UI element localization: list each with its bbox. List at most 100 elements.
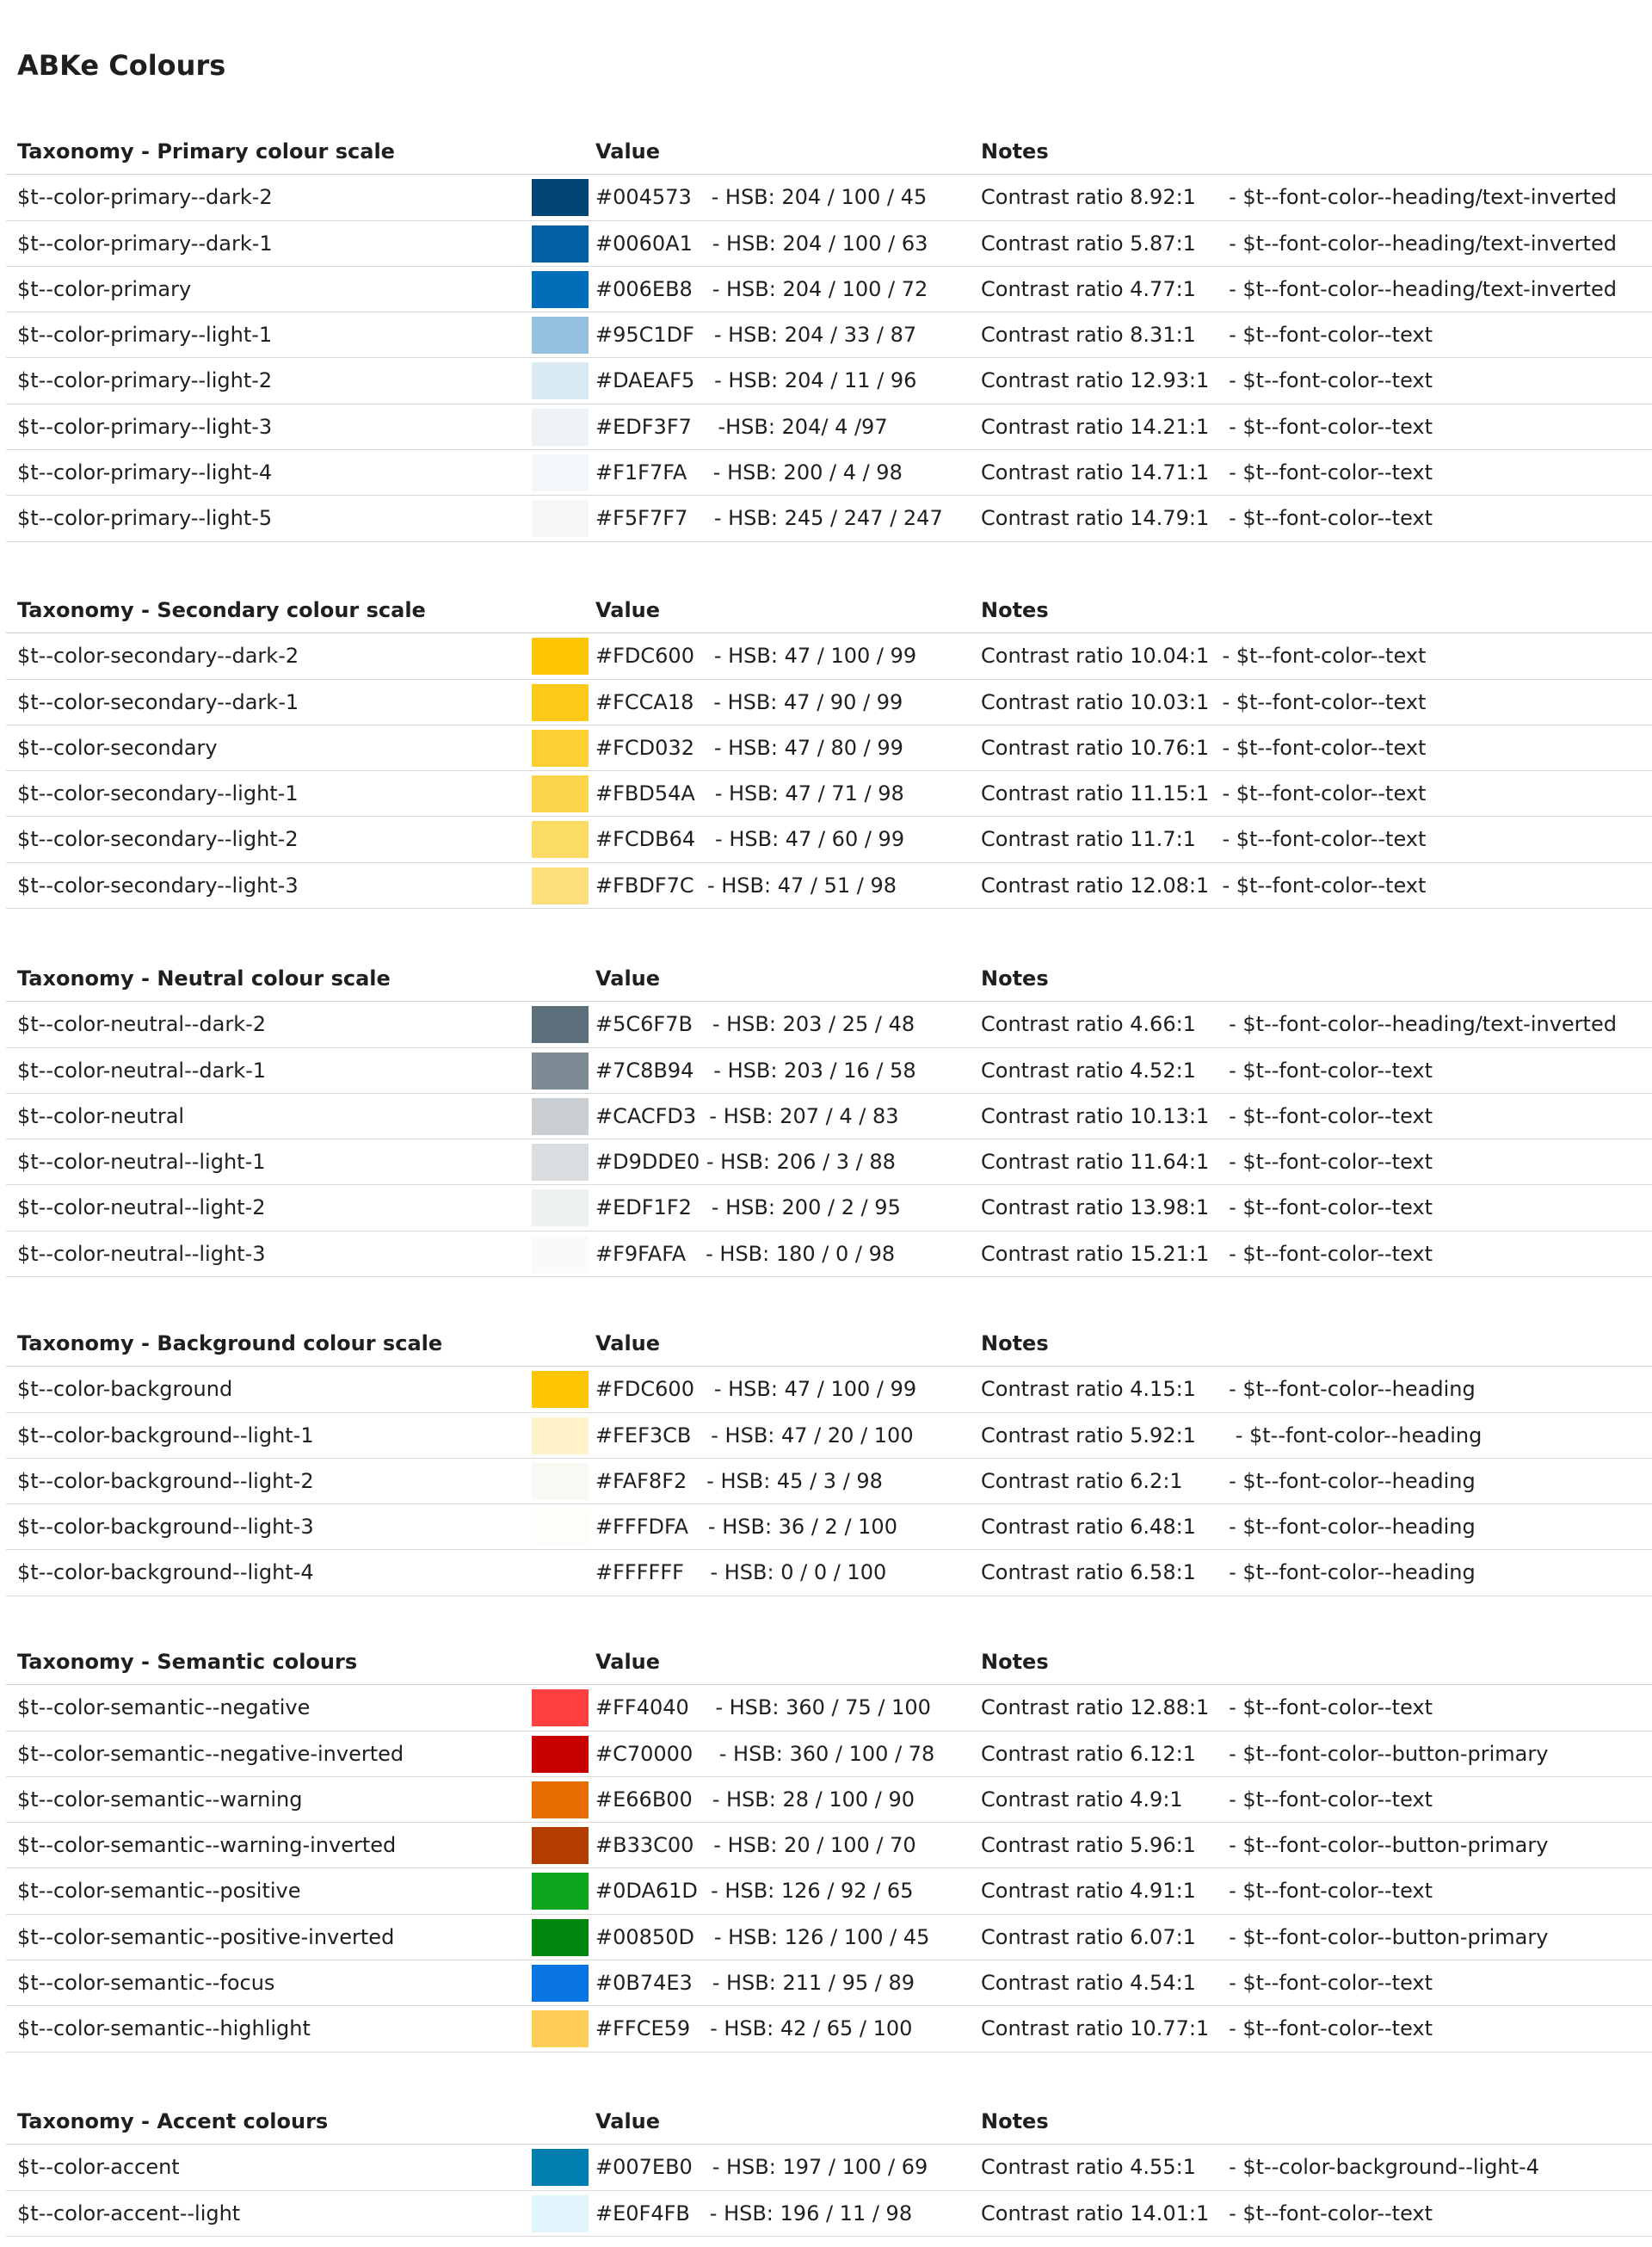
header-notes: Notes <box>981 966 1049 991</box>
contrast-notes: Contrast ratio 15.21:1 - $t--font-color-… <box>981 1241 1433 1266</box>
table-row: $t--color-semantic--warning #E66B00 - HSB… <box>6 1777 1652 1824</box>
token-name: $t--color-semantic--warning <box>17 1787 303 1812</box>
header-taxonomy: Taxonomy - Primary colour scale <box>17 139 395 164</box>
colour-value: #FCCA18 - HSB: 47 / 90 / 99 <box>595 689 903 714</box>
token-name: $t--color-semantic--warning-inverted <box>17 1833 397 1858</box>
token-name: $t--color-neutral--light-2 <box>17 1195 266 1220</box>
token-name: $t--color-semantic--positive-inverted <box>17 1924 395 1949</box>
contrast-notes: Contrast ratio 10.03:1 - $t--font-color-… <box>981 689 1427 714</box>
header-notes: Notes <box>981 139 1049 164</box>
token-name: $t--color-neutral--light-1 <box>17 1150 266 1175</box>
table-row: $t--color-primary--dark-1 #0060A1 - HSB: … <box>6 221 1652 267</box>
colour-value: #FBD54A - HSB: 47 / 71 / 98 <box>595 781 904 806</box>
contrast-notes: Contrast ratio 5.87:1 - $t--font-color--… <box>981 231 1617 256</box>
table-row: $t--color-primary--light-5 #F5F7F7 - HSB:… <box>6 496 1652 542</box>
table-header-row: Taxonomy - Primary colour scale Value Note… <box>6 129 1652 176</box>
token-name: $t--color-primary <box>17 276 192 301</box>
contrast-notes: Contrast ratio 11.15:1 - $t--font-color-… <box>981 781 1427 806</box>
colour-swatch <box>532 638 589 676</box>
contrast-notes: Contrast ratio 6.2:1 - $t--font-color--h… <box>981 1468 1476 1493</box>
contrast-notes: Contrast ratio 5.92:1 - $t--font-color--… <box>981 1423 1482 1448</box>
contrast-notes: Contrast ratio 14.21:1 - $t--font-color-… <box>981 414 1433 439</box>
colour-swatch <box>532 1965 589 2003</box>
colour-value: #00850D - HSB: 126 / 100 / 45 <box>595 1924 930 1949</box>
colour-swatch <box>532 1189 589 1227</box>
table-row: $t--color-primary--light-2 #DAEAF5 - HSB:… <box>6 358 1652 404</box>
colour-swatch <box>532 1417 589 1454</box>
table-row: $t--color-neutral #CACFD3 - HSB: 207 / 4 … <box>6 1094 1652 1140</box>
colour-value: #C70000 - HSB: 360 / 100 / 78 <box>595 1741 935 1766</box>
colour-swatch <box>532 775 589 813</box>
token-name: $t--color-primary--light-5 <box>17 506 273 531</box>
table-row: $t--color-semantic--negative #FF4040 - HS… <box>6 1685 1652 1732</box>
token-name: $t--color-background <box>17 1377 233 1402</box>
table-header-row: Taxonomy - Semantic colours Value Notes <box>6 1639 1652 1686</box>
table-row: $t--color-background--light-4 #FFFFFF - H… <box>6 1550 1652 1596</box>
colour-swatch <box>532 683 589 721</box>
contrast-notes: Contrast ratio 4.15:1 - $t--font-color--… <box>981 1377 1476 1402</box>
colour-value: #F1F7FA - HSB: 200 / 4 / 98 <box>595 460 903 485</box>
table-row: $t--color-background--light-3 #FFFDFA - H… <box>6 1504 1652 1551</box>
token-name: $t--color-secondary--dark-2 <box>17 644 299 669</box>
contrast-notes: Contrast ratio 10.04:1 - $t--font-color-… <box>981 644 1427 669</box>
table-row: $t--color-secondary--dark-2 #FDC600 - HSB… <box>6 633 1652 680</box>
contrast-notes: Contrast ratio 4.9:1 - $t--font-color--t… <box>981 1787 1433 1812</box>
header-value: Value <box>595 966 661 991</box>
token-name: $t--color-primary--dark-2 <box>17 185 273 210</box>
colour-value: #FAF8F2 - HSB: 45 / 3 / 98 <box>595 1468 883 1493</box>
table-row: $t--color-primary--light-1 #95C1DF - HSB:… <box>6 312 1652 359</box>
token-name: $t--color-background--light-2 <box>17 1468 314 1493</box>
table-row: $t--color-background--light-1 #FEF3CB - H… <box>6 1413 1652 1459</box>
contrast-notes: Contrast ratio 4.91:1 - $t--font-color--… <box>981 1879 1433 1904</box>
contrast-notes: Contrast ratio 6.48:1 - $t--font-color--… <box>981 1515 1476 1540</box>
colour-value: #FBDF7C - HSB: 47 / 51 / 98 <box>595 873 897 898</box>
colour-value: #FCDB64 - HSB: 47 / 60 / 99 <box>595 827 905 852</box>
token-name: $t--color-primary--light-3 <box>17 414 273 439</box>
colour-swatch <box>532 1827 589 1865</box>
contrast-notes: Contrast ratio 6.07:1 - $t--font-color--… <box>981 1924 1549 1949</box>
token-name: $t--color-neutral <box>17 1103 185 1128</box>
contrast-notes: Contrast ratio 13.98:1 - $t--font-color-… <box>981 1195 1433 1220</box>
table-row: $t--color-semantic--negative-inverted #C7… <box>6 1732 1652 1777</box>
table-row: $t--color-semantic--positive-inverted #00… <box>6 1915 1652 1961</box>
token-name: $t--color-semantic--highlight <box>17 2016 311 2041</box>
colour-value: #F5F7F7 - HSB: 245 / 247 / 247 <box>595 506 943 531</box>
token-name: $t--color-secondary--dark-1 <box>17 689 299 714</box>
contrast-notes: Contrast ratio 10.76:1 - $t--font-color-… <box>981 735 1427 760</box>
colour-value: #5C6F7B - HSB: 203 / 25 / 48 <box>595 1012 915 1037</box>
colour-swatch <box>532 408 589 446</box>
token-name: $t--color-background--light-1 <box>17 1423 314 1448</box>
contrast-notes: Contrast ratio 14.01:1 - $t--font-color-… <box>981 2201 1433 2225</box>
token-name: $t--color-semantic--focus <box>17 1971 275 1996</box>
table-row: $t--color-neutral--light-3 #F9FAFA - HSB:… <box>6 1232 1652 1278</box>
colour-swatch <box>532 1735 589 1773</box>
table-row: $t--color-primary #006EB8 - HSB: 204 / 10… <box>6 267 1652 313</box>
token-name: $t--color-primary--light-4 <box>17 460 273 485</box>
colour-value: #007EB0 - HSB: 197 / 100 / 69 <box>595 2155 928 2180</box>
token-name: $t--color-semantic--negative <box>17 1695 311 1720</box>
colour-value: #F9FAFA - HSB: 180 / 0 / 98 <box>595 1241 896 1266</box>
table-header-row: Taxonomy - Secondary colour scale Value No… <box>6 588 1652 634</box>
table-row: $t--color-primary--light-3 #EDF3F7 -HSB: … <box>6 404 1652 451</box>
colour-swatch <box>532 225 589 262</box>
colour-value: #FFFDFA - HSB: 36 / 2 / 100 <box>595 1515 897 1540</box>
page-title: ABKe Colours <box>17 49 226 82</box>
header-notes: Notes <box>981 2109 1049 2133</box>
token-name: $t--color-secondary--light-3 <box>17 873 299 898</box>
contrast-notes: Contrast ratio 4.77:1 - $t--font-color--… <box>981 276 1617 301</box>
table-row: $t--color-semantic--positive #0DA61D - HS… <box>6 1868 1652 1915</box>
colour-swatch <box>532 1554 589 1592</box>
header-notes: Notes <box>981 598 1049 622</box>
table-row: $t--color-accent--light #E0F4FB - HSB: 19… <box>6 2191 1652 2237</box>
table-row: $t--color-semantic--focus #0B74E3 - HSB: … <box>6 1960 1652 2007</box>
colour-value: #0B74E3 - HSB: 211 / 95 / 89 <box>595 1971 915 1996</box>
header-value: Value <box>595 598 661 622</box>
token-name: $t--color-background--light-4 <box>17 1560 314 1585</box>
colour-value: #004573 - HSB: 204 / 100 / 45 <box>595 185 928 210</box>
contrast-notes: Contrast ratio 12.88:1 - $t--font-color-… <box>981 1695 1433 1720</box>
header-value: Value <box>595 139 661 164</box>
table-row: $t--color-semantic--highlight #FFCE59 - H… <box>6 2006 1652 2053</box>
colour-value: #EDF3F7 -HSB: 204/ 4 /97 <box>595 414 888 439</box>
header-taxonomy: Taxonomy - Secondary colour scale <box>17 598 426 622</box>
colour-swatch <box>532 1371 589 1409</box>
